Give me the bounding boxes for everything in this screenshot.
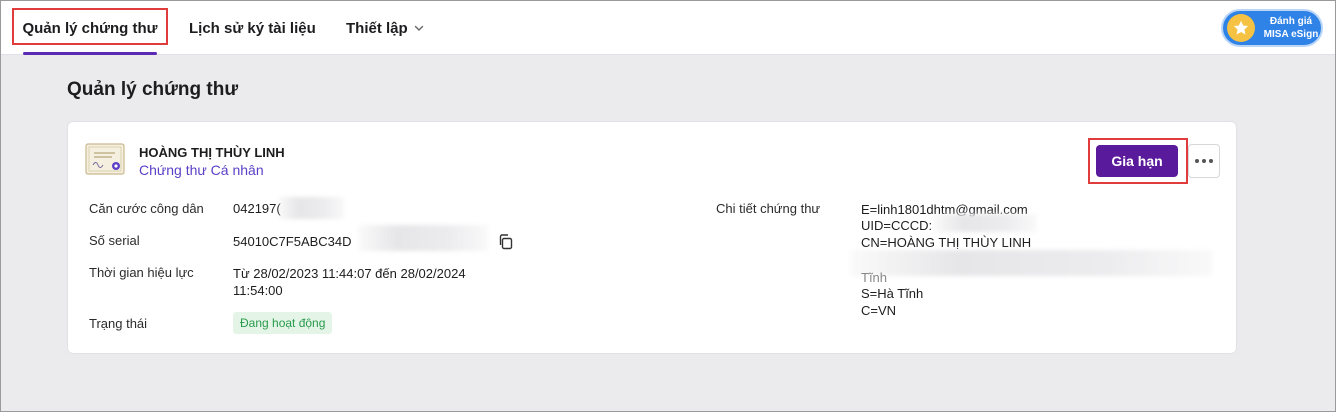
detail-uid: UID=CCCD: [861, 218, 933, 233]
tab-label: Thiết lập [346, 19, 408, 37]
redacted-area [933, 214, 1037, 232]
serial-value: 54010C7F5ABC34D [233, 234, 352, 249]
rate-label: Đánh giá MISA eSign [1261, 15, 1321, 41]
status-label: Trạng thái [89, 316, 148, 331]
certificate-type: Chứng thư Cá nhân [139, 162, 264, 178]
id-label: Căn cước công dân [89, 201, 204, 216]
tab-signing-history[interactable]: Lịch sử ký tài liệu [189, 1, 316, 55]
status-badge: Đang hoạt động [233, 312, 333, 334]
redacted-area [358, 225, 488, 251]
highlight-box [12, 8, 168, 45]
details-label: Chi tiết chứng thư [716, 201, 821, 216]
detail-country: C=VN [861, 303, 897, 318]
page-title: Quản lý chứng thư [67, 79, 239, 100]
rate-label-line2: MISA eSign [1263, 29, 1319, 40]
tab-label: Lịch sử ký tài liệu [189, 19, 316, 37]
certificate-icon [85, 143, 125, 175]
top-nav-bar: Quản lý chứng thư Lịch sử ký tài liệu Th… [1, 1, 1335, 55]
holder-name: HOÀNG THỊ THÙY LINH [139, 145, 285, 160]
more-dot-icon [1209, 159, 1213, 163]
star-icon [1227, 14, 1255, 42]
more-options-button[interactable] [1188, 144, 1220, 178]
certificate-card: HOÀNG THỊ THÙY LINH Chứng thư Cá nhân Gi… [67, 121, 1237, 354]
validity-value-line1: Từ 28/02/2023 11:44:07 đến 28/02/2024 [233, 266, 466, 281]
id-value: 042197( [233, 201, 281, 216]
more-dot-icon [1202, 159, 1206, 163]
rate-label-line1: Đánh giá [1269, 16, 1313, 27]
detail-locality: Tĩnh [861, 270, 888, 285]
tab-settings[interactable]: Thiết lập [346, 1, 425, 55]
validity-label: Thời gian hiệu lực [89, 265, 194, 280]
rate-misa-esign-button[interactable]: Đánh giá MISA eSign [1221, 9, 1323, 47]
detail-state: S=Hà Tĩnh [861, 286, 924, 301]
detail-cn: CN=HOÀNG THỊ THÙY LINH [861, 235, 1032, 250]
chevron-down-icon [414, 25, 423, 31]
more-dot-icon [1195, 159, 1199, 163]
validity-value-line2: 11:54:00 [233, 283, 283, 298]
renew-button[interactable]: Gia hạn [1096, 145, 1178, 177]
redacted-area [278, 197, 344, 219]
redacted-area [850, 250, 1212, 276]
serial-label: Số serial [89, 233, 140, 248]
active-tab-indicator [23, 52, 157, 55]
copy-icon[interactable] [497, 233, 515, 251]
